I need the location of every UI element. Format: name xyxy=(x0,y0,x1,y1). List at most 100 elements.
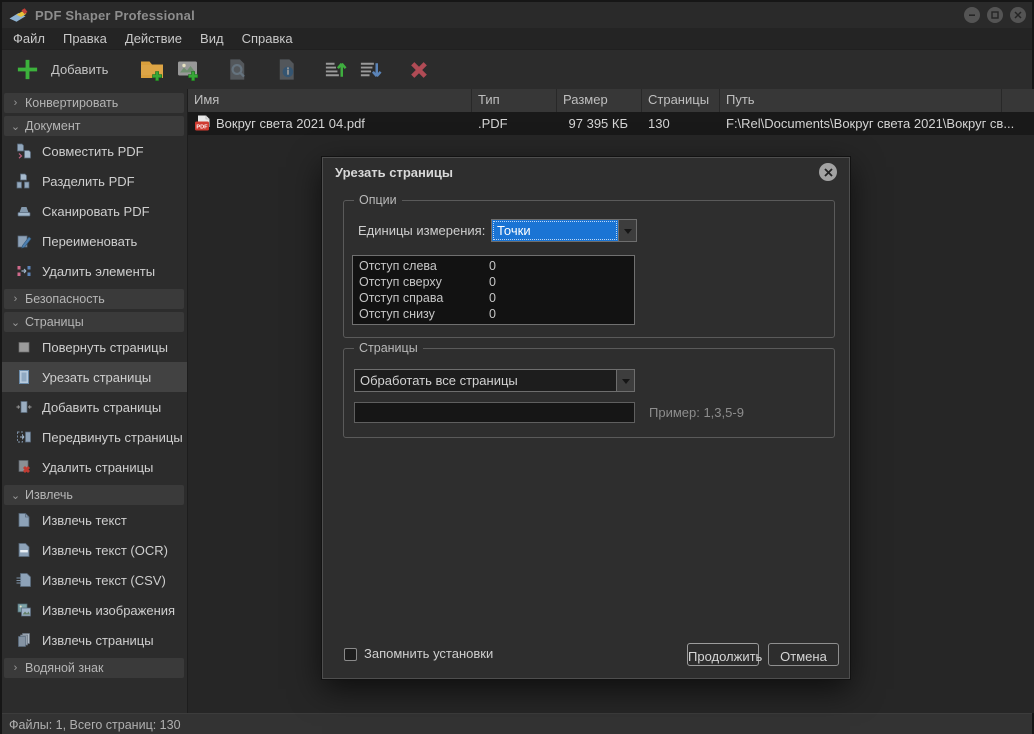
margin-value[interactable]: 0 xyxy=(489,307,634,323)
title-bar: PDF Shaper Professional xyxy=(2,2,1032,28)
sidebar-group-4[interactable]: ⌄Извлечь xyxy=(4,485,184,505)
sidebar-item-3-3[interactable]: Передвинуть страницы xyxy=(2,422,187,452)
add-pages-icon xyxy=(16,399,32,415)
sidebar-group-0[interactable]: ›Конвертировать xyxy=(4,93,184,113)
sidebar-item-label: Извлечь изображения xyxy=(42,603,175,618)
extract-images-icon xyxy=(16,602,32,618)
close-button[interactable] xyxy=(1010,7,1026,23)
preview-button[interactable] xyxy=(220,54,255,86)
remember-settings-checkbox[interactable] xyxy=(344,648,357,661)
sidebar-item-1-3[interactable]: Переименовать xyxy=(2,226,187,256)
cell-type: .PDF xyxy=(472,116,557,131)
units-value: Точки xyxy=(492,220,618,241)
remove-files-button[interactable] xyxy=(402,54,436,86)
sidebar-item-1-0[interactable]: Совместить PDF xyxy=(2,136,187,166)
cell-name-text: Вокруг света 2021 04.pdf xyxy=(216,116,365,131)
maximize-button[interactable] xyxy=(987,7,1003,23)
custom-range-input[interactable] xyxy=(354,402,635,423)
page-range-combobox[interactable]: Обработать все страницы xyxy=(354,369,635,392)
margin-row-3[interactable]: Отступ снизу0 xyxy=(353,307,634,323)
column-header-1[interactable]: Тип xyxy=(472,89,557,112)
close-icon xyxy=(824,168,833,177)
remember-settings-label[interactable]: Запомнить установки xyxy=(364,646,493,661)
add-folder-button[interactable] xyxy=(134,54,170,86)
add-files-label[interactable]: Добавить xyxy=(51,62,108,77)
sidebar-item-label: Добавить страницы xyxy=(42,400,161,415)
add-files-button[interactable] xyxy=(10,54,45,86)
margin-label: Отступ справа xyxy=(353,291,489,307)
dialog-footer: Запомнить установки Продолжить Отмена xyxy=(323,632,849,678)
add-image-button[interactable] xyxy=(170,54,206,86)
menu-item-3[interactable]: Вид xyxy=(191,28,233,49)
sidebar-item-label: Удалить элементы xyxy=(42,264,155,279)
add-image-icon xyxy=(175,57,201,83)
sidebar-item-label: Повернуть страницы xyxy=(42,340,168,355)
margin-row-2[interactable]: Отступ справа0 xyxy=(353,291,634,307)
sidebar-group-label: Водяной знак xyxy=(25,661,103,675)
cell-pages: 130 xyxy=(642,116,720,131)
units-combobox[interactable]: Точки xyxy=(491,219,637,242)
margin-value[interactable]: 0 xyxy=(489,259,634,275)
menu-item-1[interactable]: Правка xyxy=(54,28,116,49)
sidebar-item-label: Передвинуть страницы xyxy=(42,430,183,445)
sidebar-group-2[interactable]: ›Безопасность xyxy=(4,289,184,309)
margin-value[interactable]: 0 xyxy=(489,291,634,307)
sidebar-item-4-3[interactable]: Извлечь изображения xyxy=(2,595,187,625)
column-header-0[interactable]: Имя xyxy=(188,89,472,112)
chevron-down-icon[interactable] xyxy=(616,370,634,391)
file-info-icon xyxy=(274,57,299,82)
app-window: PDF Shaper Professional ФайлПравкаДейств… xyxy=(0,0,1034,734)
cell-path: F:\Rel\Documents\Вокруг света 2021\Вокру… xyxy=(720,116,1034,131)
sidebar-item-4-1[interactable]: Извлечь текст (OCR) xyxy=(2,535,187,565)
merge-pdf-icon xyxy=(16,143,32,159)
cell-size: 97 395 КБ xyxy=(557,116,642,131)
sidebar-group-1[interactable]: ⌄Документ xyxy=(4,116,184,136)
sidebar-group-3[interactable]: ⌄Страницы xyxy=(4,312,184,332)
sidebar-item-3-0[interactable]: Повернуть страницы xyxy=(2,332,187,362)
sidebar-item-1-4[interactable]: Удалить элементы xyxy=(2,256,187,286)
sidebar-item-3-2[interactable]: Добавить страницы xyxy=(2,392,187,422)
menu-item-0[interactable]: Файл xyxy=(4,28,54,49)
file-info-button[interactable] xyxy=(269,54,304,86)
sidebar-item-3-1[interactable]: Урезать страницы xyxy=(2,362,187,392)
margin-label: Отступ слева xyxy=(353,259,489,275)
chevron-down-icon[interactable] xyxy=(618,220,636,241)
sidebar-item-3-4[interactable]: Удалить страницы xyxy=(2,452,187,482)
scan-pdf-icon xyxy=(16,203,32,219)
cancel-button[interactable]: Отмена xyxy=(768,643,839,666)
status-bar: Файлы: 1, Всего страниц: 130 xyxy=(2,713,1032,734)
sidebar-item-4-0[interactable]: Извлечь текст xyxy=(2,505,187,535)
minimize-button[interactable] xyxy=(964,7,980,23)
sidebar-item-1-2[interactable]: Сканировать PDF xyxy=(2,196,187,226)
sidebar-group-label: Страницы xyxy=(25,315,84,329)
units-label: Единицы измерения: xyxy=(358,223,485,238)
cell-path-text: F:\Rel\Documents\Вокруг света 2021\Вокру… xyxy=(726,116,1014,131)
margin-row-0[interactable]: Отступ слева0 xyxy=(353,259,634,275)
sidebar-group-label: Безопасность xyxy=(25,292,105,306)
sidebar-item-1-1[interactable]: Разделить PDF xyxy=(2,166,187,196)
sidebar-item-4-2[interactable]: Извлечь текст (CSV) xyxy=(2,565,187,595)
margin-row-1[interactable]: Отступ сверху0 xyxy=(353,275,634,291)
sidebar: ›Конвертировать ⌄ДокументСовместить PDFРа… xyxy=(2,89,188,713)
menu-item-4[interactable]: Справка xyxy=(233,28,302,49)
table-row[interactable]: PDFВокруг света 2021 04.pdf.PDF97 395 КБ… xyxy=(188,112,1034,135)
preview-icon xyxy=(225,57,250,82)
continue-button[interactable]: Продолжить xyxy=(687,643,759,666)
window-title: PDF Shaper Professional xyxy=(35,8,195,23)
chevron-down-icon: ⌄ xyxy=(6,316,25,329)
column-header-2[interactable]: Размер xyxy=(557,89,642,112)
sort-descending-button[interactable] xyxy=(353,54,388,86)
column-header-4[interactable]: Путь xyxy=(720,89,1002,112)
sidebar-item-4-4[interactable]: Извлечь страницы xyxy=(2,625,187,655)
dialog-close-button[interactable] xyxy=(819,163,837,181)
sidebar-group-5[interactable]: ›Водяной знак xyxy=(4,658,184,678)
margins-list[interactable]: Отступ слева0Отступ сверху0Отступ справа… xyxy=(352,255,635,325)
menu-item-2[interactable]: Действие xyxy=(116,28,191,49)
delete-pages-icon xyxy=(16,459,32,475)
margin-value[interactable]: 0 xyxy=(489,275,634,291)
column-header-3[interactable]: Страницы xyxy=(642,89,720,112)
sort-ascending-button[interactable] xyxy=(318,54,353,86)
status-text: Файлы: 1, Всего страниц: 130 xyxy=(9,718,181,732)
sidebar-item-label: Урезать страницы xyxy=(42,370,151,385)
cell-pages-text: 130 xyxy=(648,116,670,131)
